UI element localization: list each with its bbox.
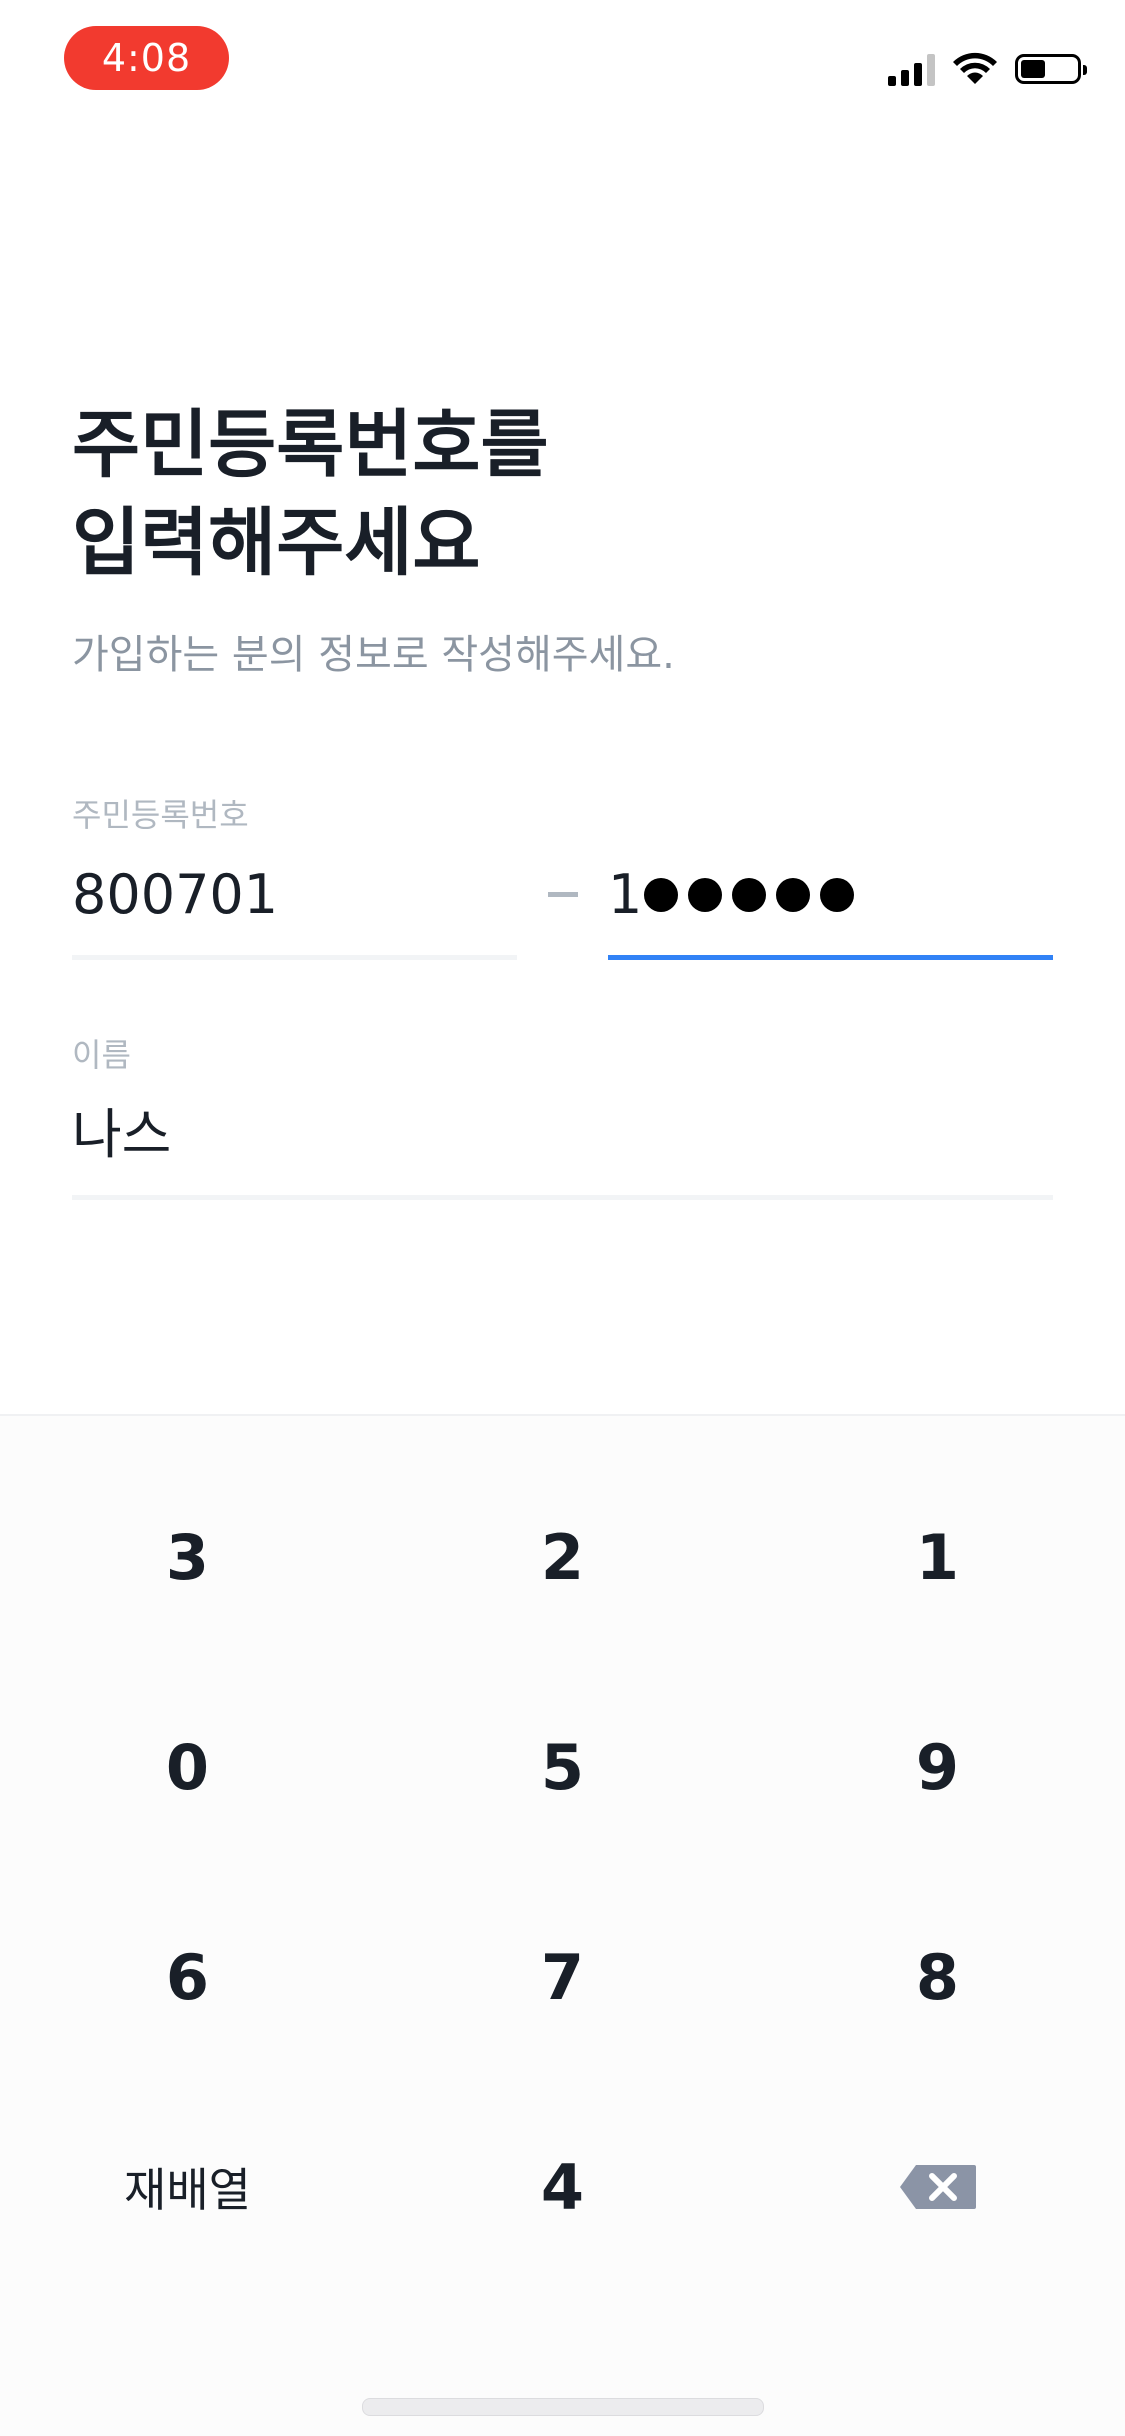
wifi-icon: [953, 52, 997, 84]
key-1[interactable]: 1: [750, 1452, 1125, 1662]
name-label: 이름: [72, 1036, 131, 1074]
mask-dot: [776, 878, 811, 912]
rrn-back-first-digit: 1: [608, 863, 643, 926]
keypad-grid: 3 2 1 0 5 9 6 7 8 재배열 4: [0, 1452, 1125, 2292]
key-7[interactable]: 7: [375, 1872, 750, 2082]
secure-keypad: 3 2 1 0 5 9 6 7 8 재배열 4: [0, 1414, 1125, 2436]
page-subtitle: 가입하는 분의 정보로 작성해주세요.: [72, 632, 675, 678]
home-indicator[interactable]: [362, 2398, 764, 2416]
rrn-dash: [548, 892, 578, 897]
rrn-label: 주민등록번호: [72, 796, 249, 834]
name-input[interactable]: 나스: [72, 1098, 1053, 1200]
key-8[interactable]: 8: [750, 1872, 1125, 2082]
rrn-front-input[interactable]: 800701: [72, 858, 517, 960]
backspace-icon: [899, 2165, 976, 2209]
screen: 4:08 주민등록번호를 입력해주세요 가입하는 분의 정보로 작성해주세요. …: [0, 0, 1125, 2436]
rrn-masked-digits: [644, 858, 855, 912]
page-title-line-2: 입력해주세요: [72, 500, 481, 586]
key-4[interactable]: 4: [375, 2082, 750, 2292]
rrn-back-input[interactable]: 1: [608, 858, 1053, 960]
key-9[interactable]: 9: [750, 1662, 1125, 1872]
mask-dot: [688, 878, 723, 912]
key-0[interactable]: 0: [0, 1662, 375, 1872]
key-5[interactable]: 5: [375, 1662, 750, 1872]
mask-dot: [732, 878, 767, 912]
shuffle-key[interactable]: 재배열: [0, 2082, 375, 2292]
key-6[interactable]: 6: [0, 1872, 375, 2082]
page-title-line-1: 주민등록번호를: [72, 402, 549, 488]
status-time: 4:08: [64, 26, 229, 90]
battery-icon: [1015, 54, 1087, 84]
mask-dot: [644, 878, 679, 912]
page-title: 주민등록번호를 입력해주세요: [72, 396, 972, 592]
mask-dot: [820, 878, 855, 912]
signal-icon: [888, 52, 935, 86]
key-3[interactable]: 3: [0, 1452, 375, 1662]
key-2[interactable]: 2: [375, 1452, 750, 1662]
status-icons: [888, 44, 1087, 94]
backspace-button[interactable]: [750, 2082, 1125, 2292]
